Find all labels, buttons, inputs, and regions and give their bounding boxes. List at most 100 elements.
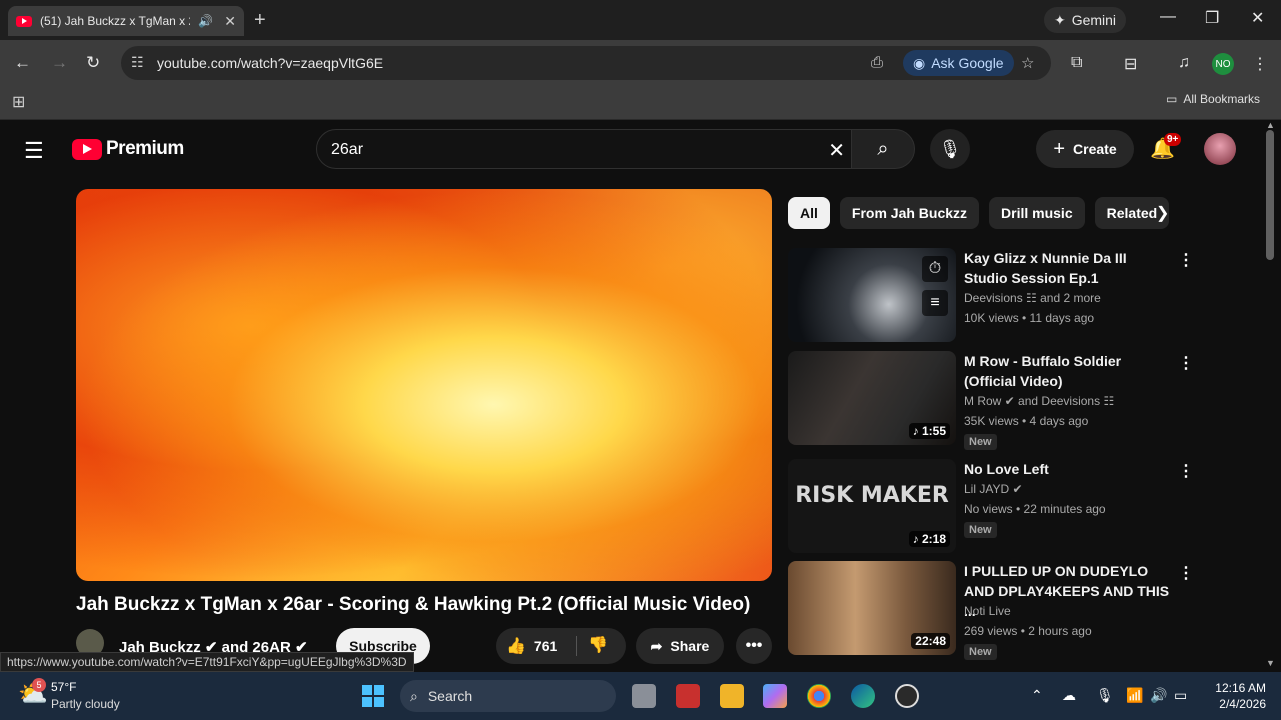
browser-tab[interactable]: (51) Jah Buckzz x TgMan x 2 🔊 ✕ xyxy=(8,6,244,36)
install-app-icon[interactable]: ⎙ xyxy=(871,54,883,71)
watch-later-clock-icon[interactable]: ⏱ xyxy=(922,256,948,282)
reload-button[interactable]: ↻ xyxy=(86,53,100,73)
profile-avatar[interactable]: NO xyxy=(1212,53,1234,75)
account-avatar[interactable] xyxy=(1204,133,1236,165)
video-thumbnail[interactable]: ⏱ ≡ xyxy=(788,248,956,342)
folder-icon: ▭ xyxy=(1166,92,1178,106)
voice-search-button[interactable]: 🎙 xyxy=(930,129,970,169)
temperature[interactable]: 57°F xyxy=(51,680,76,694)
share-button[interactable]: ➦ Share xyxy=(636,628,724,664)
minimize-button[interactable]: — xyxy=(1160,8,1176,26)
video-thumbnail[interactable]: RISK MAKER ♪ 2:18 xyxy=(788,459,956,553)
edge-icon[interactable] xyxy=(851,684,875,708)
microphone-icon[interactable]: 🎙 xyxy=(1096,687,1114,704)
search-input[interactable]: 26ar ✕ xyxy=(316,129,852,169)
rec-channel[interactable]: Lil JAYD ✔ xyxy=(964,479,1023,499)
url-text[interactable]: youtube.com/watch?v=zaeqpVltG6E xyxy=(157,55,383,71)
browser-menu-icon[interactable]: ⋮ xyxy=(1252,54,1268,74)
show-hidden-icons-icon[interactable]: ⌃ xyxy=(1031,687,1043,704)
youtube-logo[interactable]: Premium xyxy=(72,138,184,160)
rec-menu-icon[interactable]: ⋮ xyxy=(1178,353,1194,373)
media-controls-icon[interactable]: ♫ xyxy=(1178,54,1190,72)
sparkle-icon: ✦ xyxy=(1053,11,1066,28)
create-button[interactable]: + Create xyxy=(1036,130,1134,168)
like-button[interactable]: 👍 761 xyxy=(506,636,557,656)
close-tab-icon[interactable]: ✕ xyxy=(224,13,236,30)
gemini-button[interactable]: ✦ Gemini xyxy=(1044,7,1126,33)
duration-badge: 22:48 xyxy=(911,633,950,649)
site-info-icon[interactable]: ☷ xyxy=(131,54,144,71)
close-window-button[interactable]: ✕ xyxy=(1251,8,1264,28)
new-badge: New xyxy=(964,522,997,538)
recommendation-item[interactable]: ⏱ ≡ Kay Glizz x Nunnie Da III Studio Ses… xyxy=(788,248,1208,348)
youtube-page: ☰ Premium 26ar ✕ ⌕ 🎙 + Create 🔔 9+ Jah B… xyxy=(0,120,1281,672)
rec-channel[interactable]: Noti Live xyxy=(964,601,1011,621)
more-actions-button[interactable]: ••• xyxy=(736,628,772,664)
add-to-queue-icon[interactable]: ≡ xyxy=(922,290,948,316)
back-button[interactable]: ← xyxy=(14,53,31,73)
address-bar[interactable]: ☷ youtube.com/watch?v=zaeqpVltG6E ⎙ ◉ As… xyxy=(121,46,1051,80)
video-thumbnail[interactable]: ♪ 1:55 xyxy=(788,351,956,445)
extensions-icon[interactable]: ⧉ xyxy=(1071,54,1082,72)
weather-badge: 5 xyxy=(32,678,46,692)
wifi-icon[interactable]: 📶 xyxy=(1126,687,1143,704)
rec-menu-icon[interactable]: ⋮ xyxy=(1178,563,1194,583)
copilot-icon[interactable] xyxy=(763,684,787,708)
dislike-button[interactable]: 👎 xyxy=(588,635,608,655)
rec-channel[interactable]: M Row ✔ and Deevisions ☷ xyxy=(964,391,1114,411)
video-thumbnail[interactable]: 22:48 xyxy=(788,561,956,655)
search-query[interactable]: 26ar xyxy=(331,141,363,159)
rec-stats: 35K views • 4 days ago xyxy=(964,414,1089,428)
rec-menu-icon[interactable]: ⋮ xyxy=(1178,250,1194,270)
create-label: Create xyxy=(1073,141,1117,157)
taskbar-clock[interactable]: 12:16 AM 2/4/2026 xyxy=(1206,680,1266,712)
scroll-down-arrow-icon[interactable]: ▼ xyxy=(1266,658,1275,668)
restore-button[interactable]: ❐ xyxy=(1205,8,1219,28)
notification-count-badge: 9+ xyxy=(1164,133,1182,146)
file-explorer-icon[interactable] xyxy=(720,684,744,708)
new-tab-button[interactable]: + xyxy=(254,9,266,32)
recommendation-item[interactable]: ♪ 1:55 M Row - Buffalo Soldier (Official… xyxy=(788,351,1208,451)
recommendation-item[interactable]: 22:48 I PULLED UP ON DUDEYLO AND DPLAY4K… xyxy=(788,561,1208,661)
page-scrollbar[interactable] xyxy=(1266,130,1274,260)
rec-title[interactable]: No Love Left xyxy=(964,459,1174,479)
ask-google-button[interactable]: ◉ Ask Google xyxy=(903,50,1014,76)
scroll-up-arrow-icon[interactable]: ▲ xyxy=(1266,120,1275,130)
mail-app-icon[interactable] xyxy=(676,684,700,708)
taskbar-search-label: Search xyxy=(427,688,473,704)
windows-start-icon[interactable] xyxy=(362,685,384,707)
volume-icon[interactable]: 🔊 xyxy=(1150,687,1167,704)
rec-channel[interactable]: Deevisions ☷ and 2 more xyxy=(964,288,1101,308)
clear-search-icon[interactable]: ✕ xyxy=(828,138,845,163)
rec-title[interactable]: Kay Glizz x Nunnie Da III Studio Session… xyxy=(964,248,1174,288)
battery-icon[interactable]: ▭ xyxy=(1174,687,1187,704)
taskbar-search[interactable]: ⌕ Search xyxy=(400,680,616,712)
onedrive-icon[interactable]: ☁ xyxy=(1062,687,1076,704)
chip-from-channel[interactable]: From Jah Buckzz xyxy=(839,197,980,229)
chrome-icon[interactable] xyxy=(807,684,831,708)
link-status-bar: https://www.youtube.com/watch?v=E7tt91Fx… xyxy=(0,652,414,672)
video-player[interactable] xyxy=(76,189,772,581)
apps-grid-icon[interactable]: ⊞ xyxy=(12,92,25,112)
rec-menu-icon[interactable]: ⋮ xyxy=(1178,461,1194,481)
audio-playing-icon[interactable]: 🔊 xyxy=(198,14,213,28)
ask-google-label: Ask Google xyxy=(931,55,1004,71)
all-bookmarks-button[interactable]: ▭ All Bookmarks xyxy=(1166,92,1260,106)
hamburger-menu-icon[interactable]: ☰ xyxy=(24,138,44,164)
bookmark-star-icon[interactable]: ☆ xyxy=(1021,54,1034,72)
weather-condition[interactable]: Partly cloudy xyxy=(51,697,120,711)
forward-button[interactable]: → xyxy=(51,53,68,73)
chip-all[interactable]: All xyxy=(788,197,830,229)
rec-title[interactable]: M Row - Buffalo Soldier (Official Video) xyxy=(964,351,1174,391)
chevron-right-icon[interactable]: ❯ xyxy=(1156,203,1169,223)
plus-icon: + xyxy=(1053,137,1066,160)
tab-search-icon[interactable]: ⊟ xyxy=(1124,54,1137,74)
recommendation-item[interactable]: RISK MAKER ♪ 2:18 No Love Left Lil JAYD … xyxy=(788,459,1208,559)
rec-stats: 10K views • 11 days ago xyxy=(964,311,1095,325)
browser-tabstrip: (51) Jah Buckzz x TgMan x 2 🔊 ✕ + ✦ Gemi… xyxy=(0,0,1281,40)
task-view-icon[interactable] xyxy=(632,684,656,708)
search-button[interactable]: ⌕ xyxy=(851,129,915,169)
bookmarks-bar: ⊞ ▭ All Bookmarks xyxy=(0,86,1281,120)
chip-drill-music[interactable]: Drill music xyxy=(989,197,1085,229)
obs-icon[interactable] xyxy=(895,684,919,708)
